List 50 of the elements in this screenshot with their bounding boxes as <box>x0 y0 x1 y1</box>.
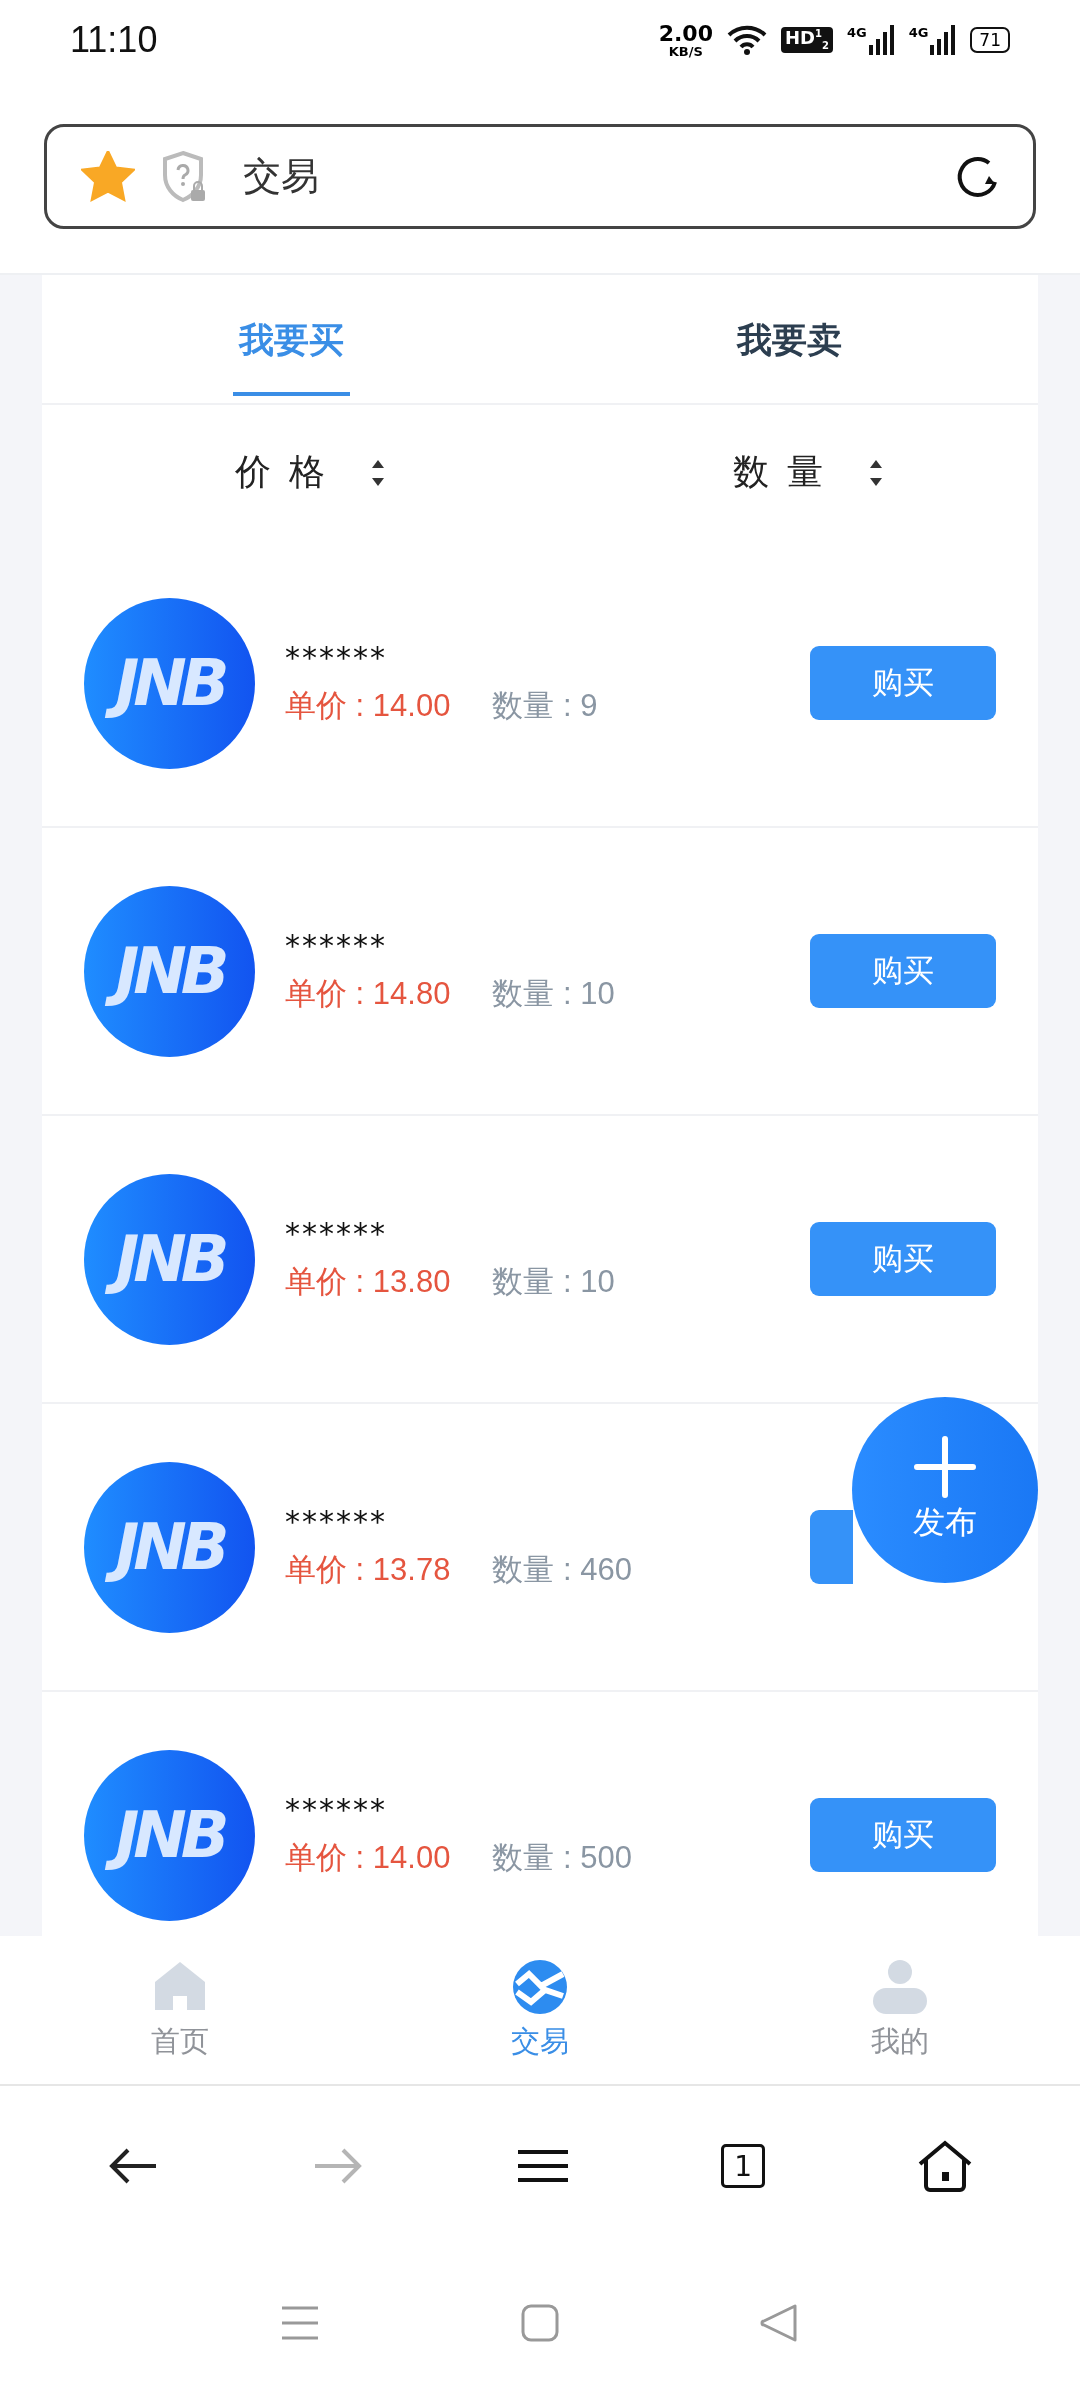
avatar-logo: JNB <box>84 1461 255 1633</box>
tab[interactable]: 我要买 <box>42 275 540 403</box>
network-type: 4G <box>846 25 867 40</box>
quantity: 数量 : 10 <box>492 974 615 1013</box>
nav-tab[interactable]: 我的 <box>720 1936 1080 2084</box>
quantity: 数量 : 9 <box>492 686 598 725</box>
tab[interactable]: 我要卖 <box>540 275 1038 403</box>
avatar-logo: JNB <box>84 1749 255 1921</box>
network-speed: 2.00 <box>658 22 713 45</box>
plus-icon <box>913 1435 977 1499</box>
unit-price: 单价 : 13.80 <box>285 1262 451 1301</box>
quantity: 数量 : 10 <box>492 1262 615 1301</box>
buy-button[interactable]: 购买 <box>810 1222 996 1296</box>
buy-button[interactable]: 购买 <box>810 934 996 1008</box>
battery-level: 71 <box>970 27 1010 53</box>
network-type: 4G <box>908 25 929 40</box>
seller-name: ****** <box>285 1215 388 1251</box>
seller-name: ****** <box>285 927 388 963</box>
seller-name: ****** <box>285 639 388 675</box>
profile-icon <box>871 1958 929 2016</box>
buy-button[interactable]: 购买 <box>810 646 996 720</box>
avatar-logo: JNB <box>84 597 255 769</box>
shield-icon <box>161 149 207 204</box>
quantity: 数量 : 460 <box>492 1550 632 1589</box>
clock-time: 11:10 <box>70 19 158 61</box>
address-bar[interactable]: 交易 <box>44 124 1036 229</box>
home-nav-button[interactable] <box>520 2303 560 2343</box>
page-title: 交易 <box>243 153 320 200</box>
sort-label[interactable]: 数量 <box>733 448 841 497</box>
signal-icon <box>868 25 895 55</box>
tab-count-button[interactable]: 1 <box>721 2144 766 2188</box>
avatar-logo: JNB <box>84 885 255 1057</box>
wifi-icon <box>726 25 767 55</box>
seller-name: ****** <box>285 1503 388 1539</box>
nav-tab[interactable]: 首页 <box>0 1936 360 2084</box>
avatar-logo: JNB <box>84 1173 255 1345</box>
nav-tab[interactable]: 交易 <box>360 1936 720 2084</box>
unit-price: 单价 : 13.78 <box>285 1550 451 1589</box>
speed-unit: KB/S <box>668 44 703 58</box>
quantity: 数量 : 500 <box>492 1838 632 1877</box>
buy-button[interactable]: 购买 <box>810 1798 996 1872</box>
unit-price: 单价 : 14.80 <box>285 974 451 1013</box>
seller-name: ****** <box>285 1791 388 1827</box>
star-icon[interactable] <box>81 150 135 203</box>
trade-icon <box>511 1958 569 2016</box>
sort-label[interactable]: 价格 <box>235 448 343 497</box>
unit-price: 单价 : 14.00 <box>285 686 451 725</box>
signal-icon <box>930 25 957 55</box>
back-nav-button[interactable] <box>760 2303 800 2343</box>
unit-price: 单价 : 14.00 <box>285 1838 451 1877</box>
